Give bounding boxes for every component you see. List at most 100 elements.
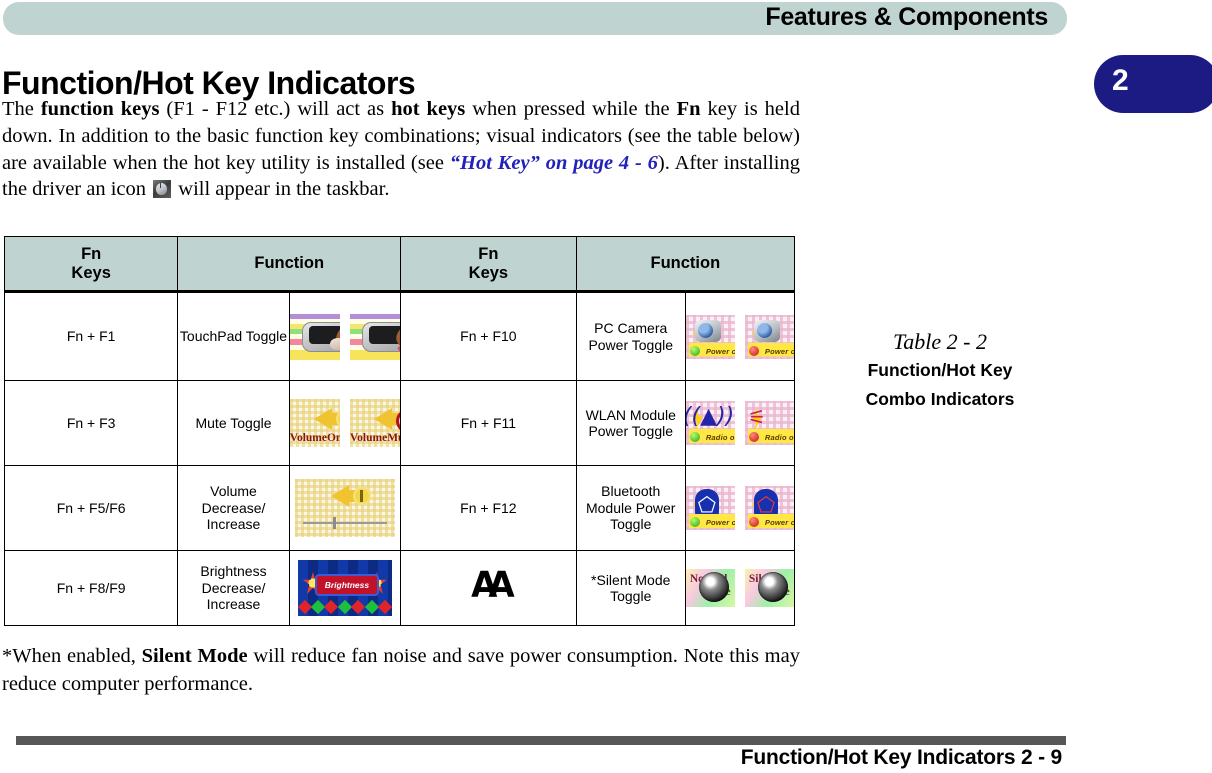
footnote: *When enabled, Silent Mode will reduce f… (2, 642, 800, 698)
footer-page-reference: Function/Hot Key Indicators 2 - 9 (740, 746, 1062, 769)
ribbon-label: Radio off (764, 433, 794, 442)
status-led-red (748, 517, 759, 527)
caption-line-2: Combo Indicators (865, 389, 1015, 409)
bluetooth-power-off-image: ⬠ Power off (744, 486, 794, 530)
cell-fn-key-left: Fn + F3 (3, 380, 179, 466)
cell-fn-key-right: AA (400, 550, 577, 626)
column-header-fn-keys-left: Fn Keys (3, 236, 179, 293)
cell-function-image-left: ✖ (288, 291, 402, 381)
fingertip-shape (329, 337, 340, 350)
intro-text-1: The (2, 98, 41, 120)
status-led-red (748, 432, 759, 442)
footnote-text-1: *When enabled, (2, 645, 142, 667)
ribbon-label: Radio on (705, 433, 735, 442)
volume-slider-knob[interactable] (332, 517, 336, 529)
sound-bar (359, 490, 363, 502)
image-pair: Brightness (290, 560, 400, 616)
cell-function-image-left: Volume On Volume Mute (288, 380, 402, 466)
volume-slider-track[interactable] (302, 522, 387, 524)
fn-label-left: Fn (81, 244, 102, 263)
cell-function-name-right: Bluetooth Module Power Toggle (575, 465, 686, 551)
image-labels: Volume On (290, 430, 340, 447)
intro-text-2: (F1 - F12 etc.) will act as (159, 98, 392, 120)
wlan-antenna-on-icon: ((▲)) (685, 404, 735, 429)
image-pair: ✖ (289, 313, 401, 360)
header-banner-title: Features & Components (765, 3, 1048, 31)
fan-icon (698, 572, 729, 602)
ribbon-label: Power on (705, 518, 735, 527)
keys-label-left: Keys (71, 263, 111, 282)
function-hotkey-table: Fn Keys Function Fn Keys Function Fn + F… (3, 236, 796, 626)
table-caption: Table 2 - 2 Function/Hot Key Combo Indic… (840, 328, 1040, 414)
table-body: Fn + F1 TouchPad Toggle ✖ Fn + F10 (3, 291, 796, 626)
diamond-strip (297, 599, 392, 615)
cell-fn-key-right: Fn + F11 (400, 380, 577, 466)
ribbon-label: Power off (764, 346, 794, 356)
hotkey-taskbar-icon (153, 180, 172, 199)
footer-rule (16, 736, 1066, 745)
bluetooth-power-on-image: ⬠ Power on (685, 486, 735, 530)
cell-function-name-right: *Silent Mode Toggle (575, 550, 686, 626)
table-row: Fn + F5/F6 Volume Decrease/ Increase Fn … (3, 465, 796, 551)
status-led-green (689, 517, 700, 527)
cell-function-name-left: Volume Decrease/ Increase (177, 465, 290, 551)
image-pair: Normalmode Silentmode (685, 569, 794, 607)
fn-label-right: Fn (478, 244, 499, 263)
silent-mode-glyph-icon: AA (471, 563, 515, 606)
touchpad-disabled-image: ✖ (349, 313, 401, 360)
chapter-tab: 2 (1094, 55, 1212, 113)
cell-function-image-left: Brightness (288, 550, 402, 626)
label-state: On (326, 431, 340, 444)
cell-function-name-left: Brightness Decrease/ Increase (177, 550, 290, 626)
cell-function-image-right: ⬠ Power on ⬠ Power off (684, 465, 796, 551)
silent-mode-image: Silentmode (744, 569, 794, 607)
webcam-icon (754, 319, 780, 342)
image-pair: ((▲)) Radio on ⚟ Radio off (685, 401, 794, 445)
cell-function-name-left: Mute Toggle (177, 380, 290, 466)
image-pair (290, 479, 400, 537)
intro-bold-fn: Fn (676, 98, 701, 120)
image-labels: Volume Mute (350, 430, 400, 447)
caption-line-1: Function/Hot Key (867, 360, 1013, 380)
intro-bold-hot-keys: hot keys (391, 98, 466, 120)
speaker-icon (330, 485, 357, 507)
caption-number: Table 2 - 2 (893, 329, 987, 354)
column-header-function-left: Function (177, 236, 402, 293)
cell-function-image-left (288, 465, 402, 551)
normal-mode-image: Normalmode (685, 569, 735, 607)
status-led-green (689, 345, 700, 356)
column-header-fn-keys-right: Fn Keys (400, 236, 577, 293)
sound-waves-icon (354, 489, 369, 503)
speaker-icon (313, 408, 340, 430)
brightness-image: Brightness (297, 560, 392, 616)
keys-label-right: Keys (468, 263, 509, 282)
brightness-label: Brightness (314, 574, 379, 596)
cell-fn-key-left: Fn + F8/F9 (3, 550, 179, 626)
image-pair: Power on Power off (685, 314, 794, 359)
intro-bold-function-keys: function keys (40, 98, 160, 120)
cell-function-name-right: WLAN Module Power Toggle (575, 380, 686, 466)
intro-text-3: when pressed while the (465, 98, 677, 120)
table-row: Fn + F1 TouchPad Toggle ✖ Fn + F10 (3, 291, 796, 381)
cell-fn-key-right: Fn + F10 (400, 291, 577, 381)
volume-on-image: Volume On (289, 399, 340, 447)
volume-slider-image (294, 479, 395, 537)
label-state: Mute (387, 431, 400, 444)
cell-function-image-right: Power on Power off (684, 291, 796, 381)
column-header-function-right: Function (575, 236, 796, 293)
cell-fn-key-left: Fn + F5/F6 (3, 465, 179, 551)
camera-power-off-image: Power off (744, 314, 794, 359)
cell-function-image-right: Normalmode Silentmode (684, 550, 796, 626)
table-header: Fn Keys Function Fn Keys Function (3, 236, 796, 293)
table-row: Fn + F8/F9 Brightness Decrease/ Increase… (3, 550, 796, 626)
status-led-green (689, 432, 700, 442)
ribbon-label: Power on (705, 346, 735, 356)
header-banner: Features & Components (3, 2, 1067, 35)
radio-off-image: ⚟ Radio off (744, 401, 794, 445)
cell-function-name-left: TouchPad Toggle (177, 291, 290, 381)
table-row: Fn + F3 Mute Toggle Volume On Volume M F… (3, 380, 796, 466)
cross-reference-link[interactable]: “Hot Key” on page 4 - 6 (450, 152, 658, 174)
image-pair: Volume On Volume Mute (289, 399, 401, 447)
webcam-icon (694, 319, 721, 342)
camera-power-on-image: Power on (685, 314, 735, 359)
